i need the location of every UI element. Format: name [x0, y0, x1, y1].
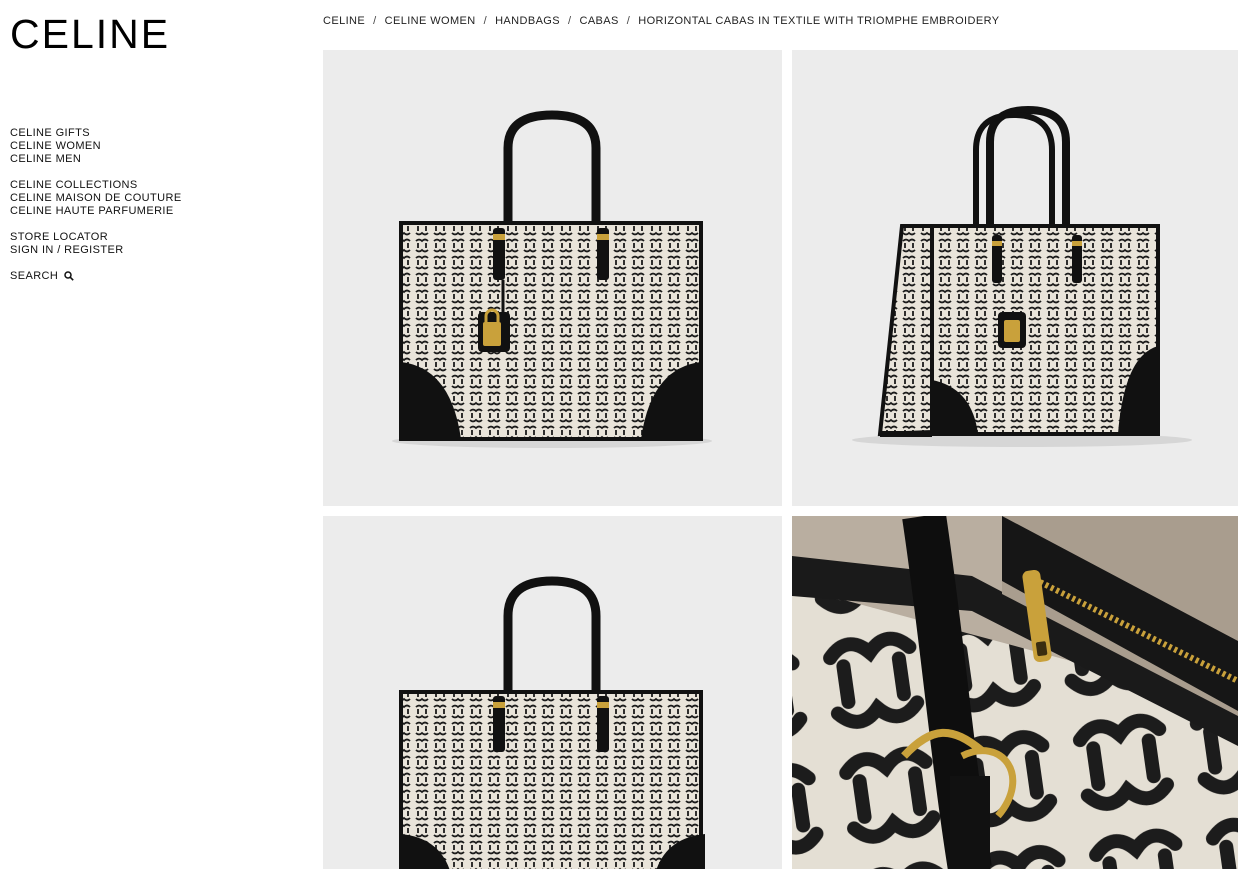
breadcrumb-separator: / — [626, 15, 631, 27]
nav-item-maison-de-couture[interactable]: CELINE MAISON DE COUTURE — [10, 192, 182, 205]
breadcrumb-celine-women[interactable]: CELINE WOMEN — [385, 15, 476, 27]
bag-detail-illustration — [792, 516, 1238, 869]
nav-group-maison: CELINE COLLECTIONS CELINE MAISON DE COUT… — [10, 179, 182, 218]
breadcrumb-handbags[interactable]: HANDBAGS — [495, 15, 560, 27]
bag-three-quarter-illustration — [852, 105, 1192, 447]
product-image-three-quarter[interactable] — [792, 50, 1238, 506]
search-label: SEARCH — [10, 270, 59, 282]
nav-item-women[interactable]: CELINE WOMEN — [10, 140, 182, 153]
nav-item-store-locator[interactable]: STORE LOCATOR — [10, 231, 182, 244]
breadcrumb-current-product: HORIZONTAL CABAS IN TEXTILE WITH TRIOMPH… — [638, 15, 1000, 27]
breadcrumb-celine[interactable]: CELINE — [323, 15, 365, 27]
nav-group-account: STORE LOCATOR SIGN IN / REGISTER — [10, 231, 182, 257]
nav-group-shop: CELINE GIFTS CELINE WOMEN CELINE MEN — [10, 127, 182, 166]
nav-item-collections[interactable]: CELINE COLLECTIONS — [10, 179, 182, 192]
search-button[interactable]: SEARCH — [10, 270, 182, 282]
breadcrumb-separator: / — [483, 15, 488, 27]
product-image-detail[interactable] — [792, 516, 1238, 869]
breadcrumb-separator: / — [568, 15, 572, 27]
nav-item-haute-parfumerie[interactable]: CELINE HAUTE PARFUMERIE — [10, 205, 182, 218]
bag-front-cropped-illustration — [399, 576, 705, 869]
nav-item-men[interactable]: CELINE MEN — [10, 153, 182, 166]
bag-front-illustration — [392, 110, 712, 448]
product-image-front-cropped[interactable] — [323, 516, 782, 869]
breadcrumb-separator: / — [373, 15, 377, 27]
celine-logo[interactable]: CELINE — [10, 14, 170, 55]
breadcrumb-cabas[interactable]: CABAS — [579, 15, 618, 27]
search-icon — [64, 271, 75, 281]
nav-item-gifts[interactable]: CELINE GIFTS — [10, 127, 182, 140]
nav-item-sign-in[interactable]: SIGN IN / REGISTER — [10, 244, 182, 257]
breadcrumb: CELINE / CELINE WOMEN / HANDBAGS / CABAS / HORIZ… — [323, 15, 999, 27]
product-image-front[interactable] — [323, 50, 782, 506]
main-navigation: CELINE GIFTS CELINE WOMEN CELINE MEN CEL… — [10, 127, 182, 282]
